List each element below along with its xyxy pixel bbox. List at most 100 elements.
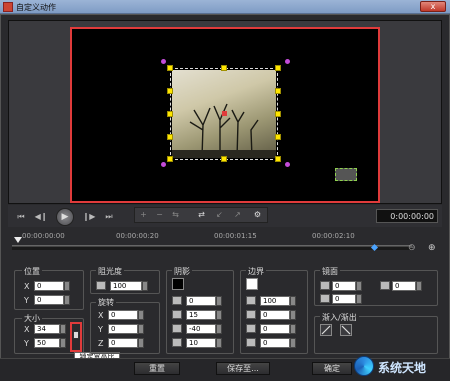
opacity-input[interactable]: 100 xyxy=(110,281,142,291)
playhead[interactable] xyxy=(14,237,22,243)
skew-handle[interactable] xyxy=(161,59,166,64)
resize-handle[interactable] xyxy=(275,65,281,71)
stepper[interactable] xyxy=(64,295,70,305)
resize-handle[interactable] xyxy=(221,156,227,162)
fade-out-icon[interactable] xyxy=(340,324,352,336)
shadow-color-swatch[interactable] xyxy=(172,278,184,290)
mirror-fade-icon xyxy=(320,294,330,303)
tick-label: 00:00:00:00 xyxy=(22,232,65,240)
stepper[interactable] xyxy=(138,338,144,348)
border-opacity-input[interactable]: 100 xyxy=(260,296,290,306)
x-label: X xyxy=(24,282,30,291)
resize-handle[interactable] xyxy=(167,65,173,71)
shadow-distance-input[interactable]: 15 xyxy=(186,310,216,320)
mirror-title: 镜面 xyxy=(320,266,340,277)
resize-handle[interactable] xyxy=(275,111,281,117)
skew-handle[interactable] xyxy=(285,162,290,167)
mirror-opacity-input[interactable]: 0 xyxy=(332,281,356,291)
timeline-track[interactable] xyxy=(12,246,412,250)
prev-frame-icon[interactable]: ◀❙ xyxy=(34,211,48,223)
move-left-icon[interactable]: ↙ xyxy=(212,208,227,222)
stepper[interactable] xyxy=(64,281,70,291)
zoom-out-icon[interactable]: ⊖ xyxy=(408,243,419,254)
border-blur-input[interactable]: 0 xyxy=(260,324,290,334)
stepper[interactable] xyxy=(356,294,362,304)
shadow-angle-icon xyxy=(172,324,182,333)
resize-handle[interactable] xyxy=(167,134,173,140)
rotation-z-input[interactable]: 0 xyxy=(108,338,138,348)
shadow-angle-input[interactable]: -40 xyxy=(186,324,216,334)
stepper[interactable] xyxy=(290,338,296,348)
resize-handle[interactable] xyxy=(221,65,227,71)
stepper[interactable] xyxy=(290,324,296,334)
resize-handle[interactable] xyxy=(275,156,281,162)
shadow-opacity-icon xyxy=(172,296,182,305)
rotation-x-input[interactable]: 0 xyxy=(108,310,138,320)
position-x-input[interactable]: 0 xyxy=(34,281,64,291)
keyframe-settings-icon[interactable]: ⚙ xyxy=(250,208,265,222)
shadow-opacity-input[interactable]: 0 xyxy=(186,296,216,306)
stepper[interactable] xyxy=(216,324,222,334)
stepper[interactable] xyxy=(416,281,422,291)
mirror-offset-input[interactable]: 0 xyxy=(392,281,416,291)
watermark-text: 系统天地 xyxy=(378,361,427,375)
shadow-distance-icon xyxy=(172,310,182,319)
border-radius-icon xyxy=(246,338,256,347)
add-keyframe-icon[interactable]: + xyxy=(136,208,151,222)
fade-in-icon[interactable] xyxy=(320,324,332,336)
swap-keyframe-icon[interactable]: ⇄ xyxy=(194,208,209,222)
stepper[interactable] xyxy=(290,310,296,320)
border-radius-input[interactable]: 0 xyxy=(260,338,290,348)
position-y-input[interactable]: 0 xyxy=(34,295,64,305)
reset-button[interactable]: 重置 xyxy=(134,362,180,375)
rotation-center[interactable] xyxy=(222,111,227,116)
shadow-blur-icon xyxy=(172,338,182,347)
resize-handle[interactable] xyxy=(167,111,173,117)
size-x-input[interactable]: 34 xyxy=(34,324,60,334)
mirror-offset-icon xyxy=(380,281,390,290)
rotation-y-input[interactable]: 0 xyxy=(108,324,138,334)
move-right-icon[interactable]: ↗ xyxy=(230,208,245,222)
stepper[interactable] xyxy=(216,310,222,320)
rotation-title: 旋转 xyxy=(96,297,116,308)
timecode-display[interactable]: 0:00:00:00 xyxy=(376,209,438,223)
stepper[interactable] xyxy=(142,281,148,291)
stepper[interactable] xyxy=(60,338,66,348)
stepper[interactable] xyxy=(138,310,144,320)
size-y-input[interactable]: 50 xyxy=(34,338,60,348)
stepper[interactable] xyxy=(356,281,362,291)
next-frame-icon[interactable]: ❙▶ xyxy=(82,211,96,223)
go-end-icon[interactable]: ⏭ xyxy=(102,211,116,223)
resize-handle[interactable] xyxy=(275,134,281,140)
border-width-input[interactable]: 0 xyxy=(260,310,290,320)
remove-keyframe-icon[interactable]: − xyxy=(152,208,167,222)
resize-handle[interactable] xyxy=(167,88,173,94)
y-label: Y xyxy=(24,339,29,348)
skew-handle[interactable] xyxy=(161,162,166,167)
fade-title: 渐入/渐出 xyxy=(320,312,359,323)
resize-handle[interactable] xyxy=(167,156,173,162)
resize-handle[interactable] xyxy=(275,88,281,94)
stepper[interactable] xyxy=(290,296,296,306)
zoom-in-icon[interactable]: ⊕ xyxy=(428,243,439,254)
y-label: Y xyxy=(24,296,29,305)
close-button[interactable]: x xyxy=(420,1,446,12)
stepper[interactable] xyxy=(60,324,66,334)
lock-icon[interactable] xyxy=(73,331,79,339)
opacity-icon xyxy=(96,281,106,290)
invert-icon[interactable]: ⇆ xyxy=(168,208,183,222)
play-button[interactable]: ▶ xyxy=(56,208,74,226)
go-start-icon[interactable]: ⏮ xyxy=(14,211,28,223)
ok-button[interactable]: 确定 xyxy=(312,362,352,375)
stepper[interactable] xyxy=(216,296,222,306)
size-title: 大小 xyxy=(22,313,42,324)
save-to-button[interactable]: 保存至... xyxy=(216,362,270,375)
stepper[interactable] xyxy=(216,338,222,348)
border-title: 边界 xyxy=(246,266,266,277)
shadow-blur-input[interactable]: 10 xyxy=(186,338,216,348)
stepper[interactable] xyxy=(138,324,144,334)
x-label: X xyxy=(24,325,30,334)
skew-handle[interactable] xyxy=(285,59,290,64)
mirror-fade-input[interactable]: 0 xyxy=(332,294,356,304)
border-color-swatch[interactable] xyxy=(246,278,258,290)
